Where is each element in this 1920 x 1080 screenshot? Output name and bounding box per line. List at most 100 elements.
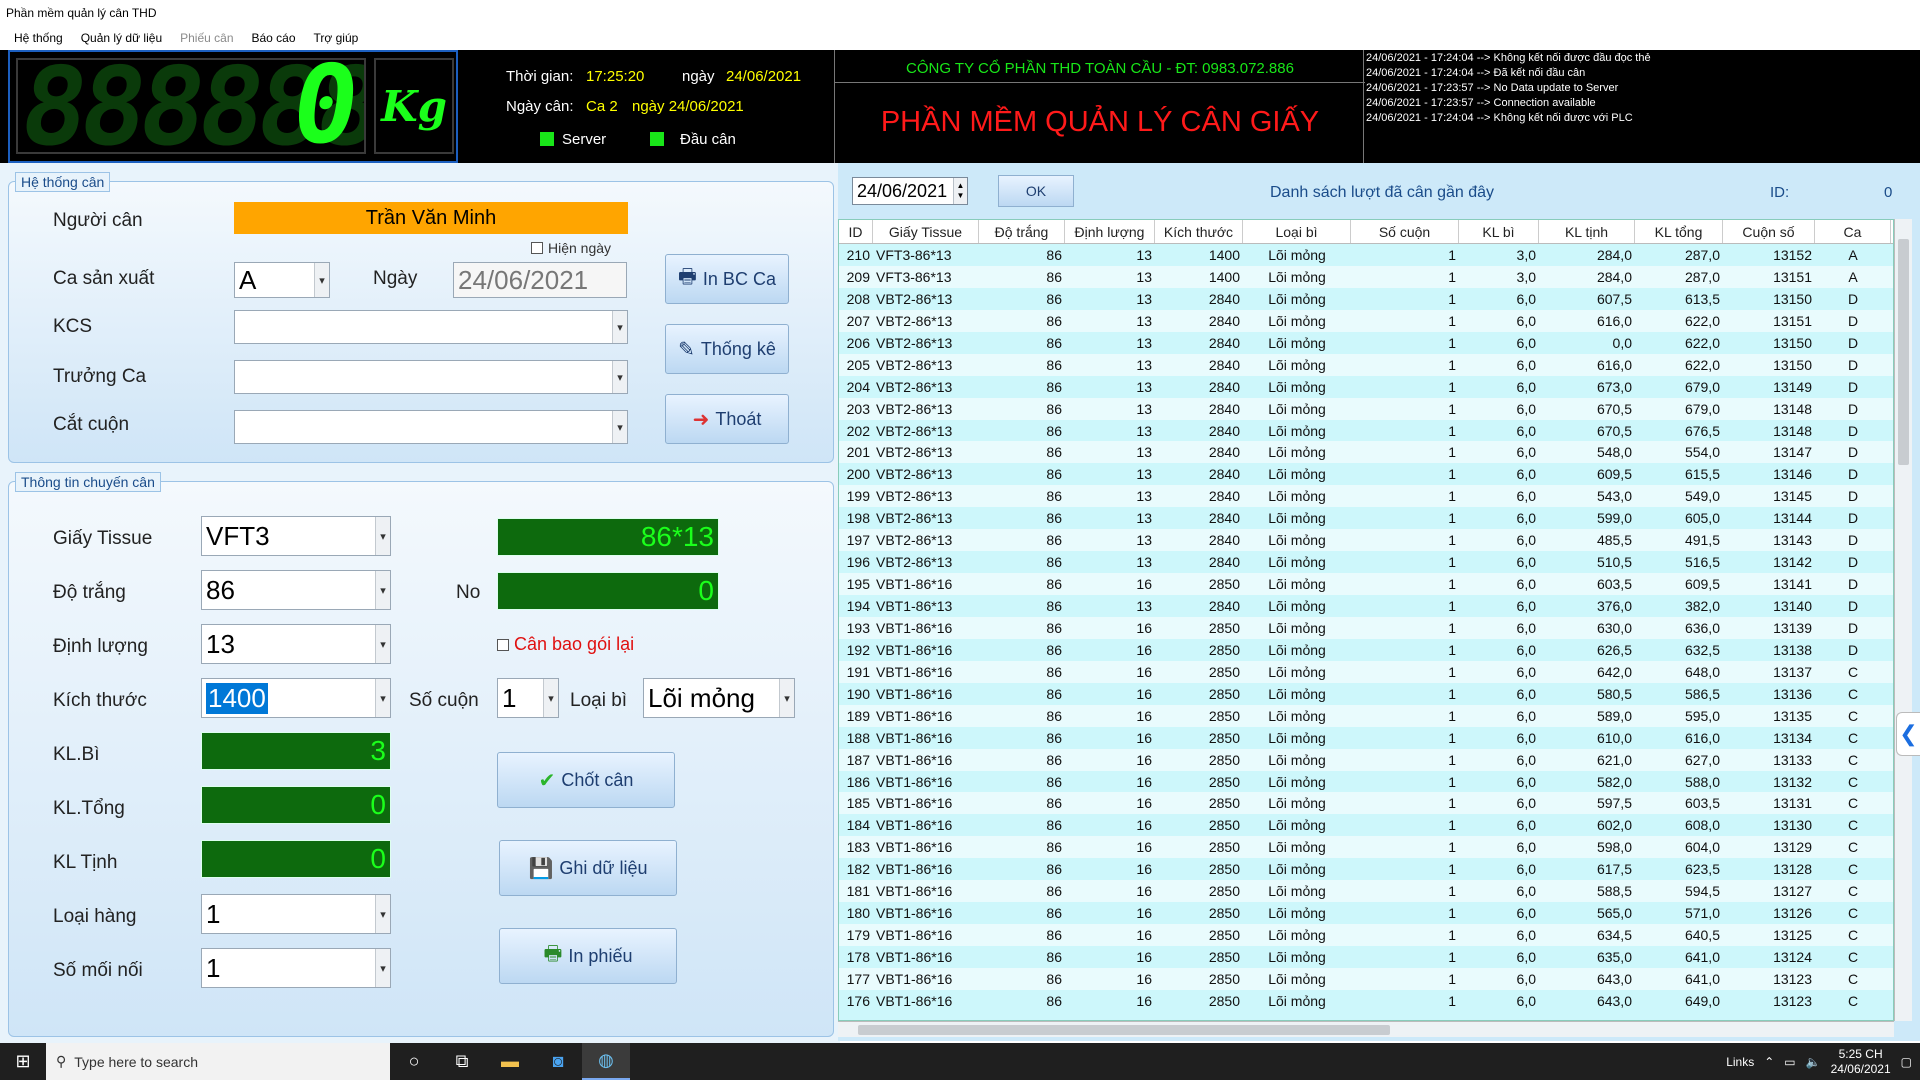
table-row[interactable]: 187 VBT1-86*16 86 16 2850 Lõi mỏng 1 6,0 621,0 62… bbox=[839, 748, 1893, 771]
tare-type-select[interactable]: Lõi mỏng bbox=[643, 678, 795, 718]
table-row[interactable]: 210 VFT3-86*13 86 13 1400 Lõi mỏng 1 3,0 284,0 28… bbox=[839, 244, 1893, 266]
table-row[interactable]: 201 VBT2-86*13 86 13 2840 Lõi mỏng 1 6,0 548,0 55… bbox=[839, 441, 1893, 464]
table-row[interactable]: 197 VBT2-86*13 86 13 2840 Lõi mỏng 1 6,0 485,5 49… bbox=[839, 529, 1893, 552]
task-view-icon[interactable]: ⧉ bbox=[438, 1043, 486, 1080]
table-row[interactable]: 199 VBT2-86*13 86 13 2840 Lõi mỏng 1 6,0 543,0 54… bbox=[839, 485, 1893, 508]
column-header[interactable]: Độ trắng bbox=[979, 220, 1065, 243]
table-row[interactable]: 182 VBT1-86*16 86 16 2850 Lõi mỏng 1 6,0 617,5 62… bbox=[839, 858, 1893, 880]
table-row[interactable]: 208 VBT2-86*13 86 13 2840 Lõi mỏng 1 6,0 607,5 61… bbox=[839, 288, 1893, 310]
table-row[interactable]: 205 VBT2-86*13 86 13 2840 Lõi mỏng 1 6,0 616,0 62… bbox=[839, 353, 1893, 376]
roll-cutter-select[interactable] bbox=[234, 410, 628, 444]
scale-app-icon[interactable]: ◍ bbox=[582, 1043, 630, 1080]
size-select[interactable]: 1400 bbox=[201, 678, 391, 718]
scroll-thumb[interactable] bbox=[858, 1025, 1390, 1035]
table-row[interactable]: 200 VBT2-86*13 86 13 2840 Lõi mỏng 1 6,0 609,5 61… bbox=[839, 463, 1893, 485]
table-row[interactable]: 195 VBT1-86*16 86 16 2850 Lõi mỏng 1 6,0 603,5 60… bbox=[839, 573, 1893, 595]
notification-icon[interactable]: ▢ bbox=[1901, 1055, 1912, 1069]
table-row[interactable]: 185 VBT1-86*16 86 16 2850 Lõi mỏng 1 6,0 597,5 60… bbox=[839, 792, 1893, 815]
ok-button[interactable]: OK bbox=[998, 175, 1074, 207]
scroll-thumb[interactable] bbox=[1898, 239, 1909, 465]
table-row[interactable]: 189 VBT1-86*16 86 16 2850 Lõi mỏng 1 6,0 589,0 59… bbox=[839, 704, 1893, 727]
table-row[interactable]: 191 VBT1-86*16 86 16 2850 Lõi mỏng 1 6,0 642,0 64… bbox=[839, 660, 1893, 683]
app-icon[interactable]: ◙ bbox=[534, 1043, 582, 1080]
menu-help[interactable]: Trợ giúp bbox=[314, 31, 359, 45]
table-cell: 627,0 bbox=[1684, 751, 1720, 768]
table-row[interactable]: 206 VBT2-86*13 86 13 2840 Lõi mỏng 1 6,0 0,0 622,… bbox=[839, 332, 1893, 354]
table-row[interactable]: 183 VBT1-86*16 86 16 2850 Lõi mỏng 1 6,0 598,0 60… bbox=[839, 836, 1893, 859]
collapse-panel-tab[interactable]: ❮ bbox=[1896, 712, 1920, 756]
exit-button[interactable]: ➜ Thoát bbox=[665, 394, 789, 444]
table-cell: 599,0 bbox=[1596, 510, 1632, 527]
taskbar-search[interactable]: ⚲ Type here to search bbox=[46, 1043, 390, 1080]
table-row[interactable]: 190 VBT1-86*16 86 16 2850 Lõi mỏng 1 6,0 580,5 58… bbox=[839, 683, 1893, 705]
volume-icon[interactable]: 🔈 bbox=[1806, 1055, 1821, 1069]
network-icon[interactable]: ▭ bbox=[1784, 1055, 1795, 1069]
table-row[interactable]: 203 VBT2-86*13 86 13 2840 Lõi mỏng 1 6,0 670,5 67… bbox=[839, 397, 1893, 420]
print-shift-report-button[interactable]: 🖶 In BC Ca bbox=[665, 254, 789, 304]
menu-weigh-ticket[interactable]: Phiếu cân bbox=[180, 31, 233, 45]
table-row[interactable]: 196 VBT2-86*13 86 13 2840 Lõi mỏng 1 6,0 510,5 51… bbox=[839, 551, 1893, 573]
column-header[interactable]: Định lượng bbox=[1065, 220, 1155, 243]
print-ticket-button[interactable]: 🖶 In phiếu bbox=[499, 928, 677, 984]
menu-data-management[interactable]: Quản lý dữ liệu bbox=[81, 31, 162, 45]
menu-system[interactable]: Hệ thống bbox=[14, 31, 63, 45]
table-row[interactable]: 204 VBT2-86*13 86 13 2840 Lõi mỏng 1 6,0 673,0 67… bbox=[839, 376, 1893, 398]
system-group-title: Hệ thống cân bbox=[15, 172, 111, 192]
table-row[interactable]: 186 VBT1-86*16 86 16 2850 Lõi mỏng 1 6,0 582,0 58… bbox=[839, 771, 1893, 793]
menu-reports[interactable]: Báo cáo bbox=[252, 31, 296, 45]
table-row[interactable]: 194 VBT1-86*13 86 13 2840 Lõi mỏng 1 6,0 376,0 38… bbox=[839, 595, 1893, 617]
links-toolbar[interactable]: Links bbox=[1726, 1055, 1754, 1069]
clock[interactable]: 5:25 CH 24/06/2021 bbox=[1831, 1047, 1891, 1077]
date-picker[interactable]: 24/06/2021 bbox=[453, 262, 627, 298]
windows-start-icon[interactable]: ⊞ bbox=[0, 1043, 46, 1080]
column-header[interactable]: KL tịnh bbox=[1539, 220, 1635, 243]
kcs-select[interactable] bbox=[234, 310, 628, 344]
gsm-select[interactable]: 13 bbox=[201, 624, 391, 664]
brightness-select[interactable]: 86 bbox=[201, 570, 391, 610]
rolls-select[interactable]: 1 bbox=[497, 678, 559, 718]
column-header[interactable]: Ca bbox=[1815, 220, 1891, 243]
column-header[interactable]: Giấy Tissue bbox=[873, 220, 979, 243]
list-date-picker[interactable]: 24/06/2021 ▲ ▼ bbox=[852, 177, 968, 205]
table-cell: 1 bbox=[1448, 883, 1456, 900]
table-row[interactable]: 202 VBT2-86*13 86 13 2840 Lõi mỏng 1 6,0 670,5 67… bbox=[839, 420, 1893, 442]
table-row[interactable]: 178 VBT1-86*16 86 16 2850 Lõi mỏng 1 6,0 635,0 64… bbox=[839, 946, 1893, 968]
repack-checkbox[interactable]: Cân bao gói lại bbox=[497, 634, 634, 655]
table-row[interactable]: 181 VBT1-86*16 86 16 2850 Lõi mỏng 1 6,0 588,5 59… bbox=[839, 880, 1893, 903]
table-row[interactable]: 193 VBT1-86*16 86 16 2850 Lõi mỏng 1 6,0 630,0 63… bbox=[839, 616, 1893, 639]
paper-select[interactable]: VFT3 bbox=[201, 516, 391, 556]
shift-select[interactable]: A bbox=[234, 262, 330, 298]
confirm-weigh-button[interactable]: ✔ Chốt cân bbox=[497, 752, 675, 808]
goods-type-select[interactable]: 1 bbox=[201, 894, 391, 934]
chevron-up-icon[interactable]: ⌃ bbox=[1764, 1055, 1774, 1069]
table-row[interactable]: 188 VBT1-86*16 86 16 2850 Lõi mỏng 1 6,0 610,0 61… bbox=[839, 727, 1893, 749]
joints-select[interactable]: 1 bbox=[201, 948, 391, 988]
shift-leader-select[interactable] bbox=[234, 360, 628, 394]
table-row[interactable]: 179 VBT1-86*16 86 16 2850 Lõi mỏng 1 6,0 634,5 64… bbox=[839, 924, 1893, 946]
column-header[interactable]: KL tổng bbox=[1635, 220, 1723, 243]
table-row[interactable]: 176 VBT1-86*16 86 16 2850 Lõi mỏng 1 6,0 643,0 64… bbox=[839, 990, 1893, 1012]
table-row[interactable]: 184 VBT1-86*16 86 16 2850 Lõi mỏng 1 6,0 602,0 60… bbox=[839, 814, 1893, 836]
table-row[interactable]: 177 VBT1-86*16 86 16 2850 Lõi mỏng 1 6,0 643,0 64… bbox=[839, 967, 1893, 990]
column-header[interactable]: Số cuộn bbox=[1351, 220, 1459, 243]
table-row[interactable]: 207 VBT2-86*13 86 13 2840 Lõi mỏng 1 6,0 616,0 62… bbox=[839, 309, 1893, 332]
column-header[interactable]: Kích thước bbox=[1155, 220, 1243, 243]
table-row[interactable]: 209 VFT3-86*13 86 13 1400 Lõi mỏng 1 3,0 284,0 28… bbox=[839, 265, 1893, 288]
table-vertical-scrollbar[interactable] bbox=[1894, 219, 1912, 1021]
table-horizontal-scrollbar[interactable] bbox=[838, 1021, 1894, 1037]
cortana-icon[interactable]: ○ bbox=[390, 1043, 438, 1080]
table-cell: 13148 bbox=[1773, 400, 1812, 417]
date-spinner[interactable]: ▲ ▼ bbox=[953, 178, 967, 204]
table-row[interactable]: 198 VBT2-86*13 86 13 2840 Lõi mỏng 1 6,0 599,0 60… bbox=[839, 507, 1893, 529]
column-header[interactable]: KL bì bbox=[1459, 220, 1539, 243]
table-row[interactable]: 180 VBT1-86*16 86 16 2850 Lõi mỏng 1 6,0 565,0 57… bbox=[839, 902, 1893, 924]
save-data-button[interactable]: 💾 Ghi dữ liệu bbox=[499, 840, 677, 896]
column-header[interactable]: Loại bì bbox=[1243, 220, 1351, 243]
file-explorer-icon[interactable]: ▬ bbox=[486, 1043, 534, 1080]
table-row[interactable]: 192 VBT1-86*16 86 16 2850 Lõi mỏng 1 6,0 626,5 63… bbox=[839, 639, 1893, 661]
table-cell: 287,0 bbox=[1684, 247, 1720, 263]
statistics-button[interactable]: ✎ Thống kê bbox=[665, 324, 789, 374]
show-day-checkbox[interactable]: Hiện ngày bbox=[531, 240, 611, 256]
column-header[interactable]: Cuộn số bbox=[1723, 220, 1815, 243]
column-header[interactable]: ID bbox=[839, 220, 873, 243]
